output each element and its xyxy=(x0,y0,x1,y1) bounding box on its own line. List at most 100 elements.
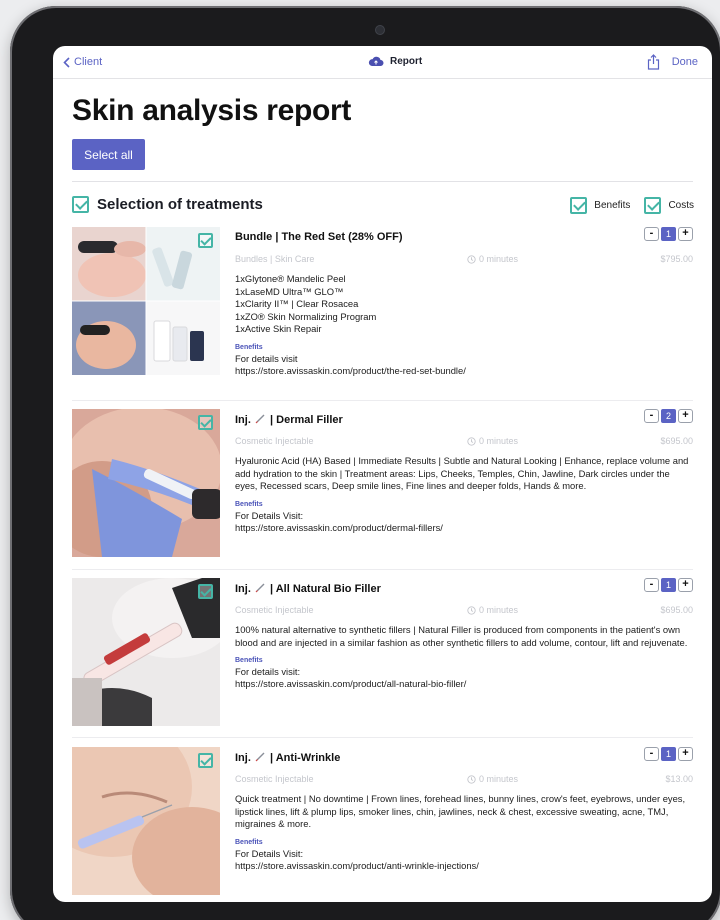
syringe-icon xyxy=(255,414,265,424)
treatment-duration: 0 minutes xyxy=(467,605,518,615)
done-button[interactable]: Done xyxy=(672,56,698,68)
nav-actions: Done xyxy=(647,54,698,70)
treatment-name-prefix: Inj. xyxy=(235,414,251,426)
section-header: Selection of treatments xyxy=(72,196,263,213)
decrement-button[interactable]: - xyxy=(644,227,659,241)
back-button[interactable]: Client xyxy=(63,56,102,68)
quantity-stepper: - 2 + xyxy=(644,409,693,423)
treatment-info: Inj. | All Natural Bio Filler Cosmetic I… xyxy=(235,578,693,690)
item-separator xyxy=(72,400,693,401)
treatment-checkbox[interactable] xyxy=(198,415,213,430)
select-all-button[interactable]: Select all xyxy=(72,139,145,170)
treatment-name-prefix: Inj. xyxy=(235,752,251,764)
nav-title: Report xyxy=(368,56,422,67)
bio-filler-image xyxy=(72,578,220,726)
treatment-price: $695.00 xyxy=(660,605,693,615)
benefits-label: Benefits xyxy=(235,343,263,351)
treatment-image xyxy=(72,578,220,726)
treatment-name: Inj. | Anti-Wrinkle xyxy=(235,751,693,765)
section-title: Selection of treatments xyxy=(97,196,263,213)
duration-label: 0 minutes xyxy=(479,436,519,446)
treatment-image xyxy=(72,747,220,895)
treatment-image xyxy=(72,409,220,557)
treatment-checkbox[interactable] xyxy=(198,753,213,768)
decrement-button[interactable]: - xyxy=(644,409,659,423)
benefits-label: Benefits xyxy=(235,500,263,508)
bundle-collage-image xyxy=(72,227,220,375)
benefits-option-label: Benefits xyxy=(594,200,631,211)
treatment-description: 100% natural alternative to synthetic fi… xyxy=(235,624,688,648)
duration-label: 0 minutes xyxy=(479,605,519,615)
clock-icon xyxy=(467,436,476,446)
clock-icon xyxy=(467,254,476,264)
increment-button[interactable]: + xyxy=(678,578,693,592)
benefits-text: For Details Visit: https://store.avissas… xyxy=(235,847,479,871)
quantity-value: 1 xyxy=(661,227,676,241)
treatment-meta: Cosmetic Injectable 0 minutes $695.00 xyxy=(235,436,693,448)
benefits-label: Benefits xyxy=(235,838,263,846)
treatment-price: $695.00 xyxy=(660,436,693,446)
treatment-item: Inj. | All Natural Bio Filler Cosmetic I… xyxy=(72,578,693,728)
costs-checkbox[interactable] xyxy=(644,197,662,214)
treatment-name: Bundle | The Red Set (28% OFF) xyxy=(235,231,403,243)
treatment-price: $795.00 xyxy=(660,254,693,264)
treatment-checkbox[interactable] xyxy=(198,584,213,599)
treatment-duration: 0 minutes xyxy=(467,436,518,446)
clock-icon xyxy=(467,605,476,615)
benefits-text: For Details Visit: https://store.avissas… xyxy=(235,509,443,533)
quantity-value: 1 xyxy=(661,578,676,592)
treatment-category: Bundles | Skin Care xyxy=(235,254,315,264)
syringe-icon xyxy=(255,752,265,762)
front-camera xyxy=(375,25,385,35)
treatment-info: Inj. | Anti-Wrinkle Cosmetic Injectable … xyxy=(235,747,693,872)
share-icon[interactable] xyxy=(647,54,660,70)
treatment-item: Bundle | The Red Set (28% OFF) Bundles |… xyxy=(72,227,693,377)
treatment-name-suffix: | Dermal Filler xyxy=(270,414,343,426)
treatment-info: Inj. | Dermal Filler Cosmetic Injectable… xyxy=(235,409,693,534)
increment-button[interactable]: + xyxy=(678,747,693,761)
app-screen: Client Report Done Skin analysis report … xyxy=(53,46,712,902)
duration-label: 0 minutes xyxy=(479,774,519,784)
treatment-category: Cosmetic Injectable xyxy=(235,774,314,784)
treatment-name-prefix: Inj. xyxy=(235,583,251,595)
costs-option[interactable]: Costs xyxy=(644,197,694,214)
treatment-name: Inj. | All Natural Bio Filler xyxy=(235,582,693,596)
decrement-button[interactable]: - xyxy=(644,578,659,592)
item-separator xyxy=(72,569,693,570)
page-title: Skin analysis report xyxy=(72,94,352,127)
benefits-option[interactable]: Benefits xyxy=(570,197,630,214)
nav-title-label: Report xyxy=(390,56,423,67)
treatment-category: Cosmetic Injectable xyxy=(235,436,314,446)
treatment-description: 1xGlytone® Mandelic Peel 1xLaseMD Ultra™… xyxy=(235,273,377,334)
divider xyxy=(72,181,693,182)
section-checkbox[interactable] xyxy=(72,196,89,213)
treatment-description: Quick treatment | No downtime | Frown li… xyxy=(235,793,686,829)
navigation-bar: Client Report Done xyxy=(53,46,712,79)
cloud-icon xyxy=(368,56,384,66)
quantity-value: 1 xyxy=(661,747,676,761)
tablet-frame: Client Report Done Skin analysis report … xyxy=(10,6,720,920)
decrement-button[interactable]: - xyxy=(644,747,659,761)
treatment-duration: 0 minutes xyxy=(467,254,518,264)
back-label: Client xyxy=(74,56,103,68)
treatment-meta: Cosmetic Injectable 0 minutes $695.00 xyxy=(235,605,693,617)
treatment-category: Cosmetic Injectable xyxy=(235,605,314,615)
clock-icon xyxy=(467,774,476,784)
treatment-price: $13.00 xyxy=(665,774,693,784)
increment-button[interactable]: + xyxy=(678,227,693,241)
quantity-stepper: - 1 + xyxy=(644,227,693,241)
benefits-checkbox[interactable] xyxy=(570,197,588,214)
treatment-info: Bundle | The Red Set (28% OFF) Bundles |… xyxy=(235,227,693,377)
chevron-left-icon xyxy=(63,56,70,68)
increment-button[interactable]: + xyxy=(678,409,693,423)
treatment-checkbox[interactable] xyxy=(198,233,213,248)
treatment-name: Inj. | Dermal Filler xyxy=(235,413,693,427)
duration-label: 0 minutes xyxy=(479,254,519,264)
syringe-icon xyxy=(255,583,265,593)
treatment-item: Inj. | Anti-Wrinkle Cosmetic Injectable … xyxy=(72,747,693,897)
report-options: Benefits Costs xyxy=(570,197,694,214)
benefits-text: For details visit: https://store.avissas… xyxy=(235,666,467,689)
dermal-filler-image xyxy=(72,409,220,557)
benefits-text: For details visit https://store.avissask… xyxy=(235,352,466,376)
costs-option-label: Costs xyxy=(668,200,694,211)
